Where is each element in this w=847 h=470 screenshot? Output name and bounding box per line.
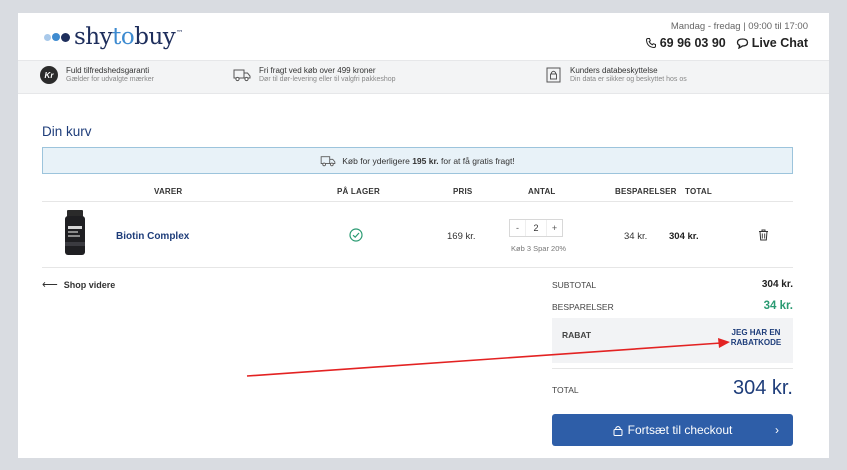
phone-icon [645,38,656,49]
quantity-stepper: - 2 + [509,219,563,237]
total-label: TOTAL [552,385,579,395]
column-header-quantity: ANTAL [528,187,556,196]
logo-dot [61,32,70,42]
arrow-left-icon: ⟵ [42,279,58,291]
truck-icon [233,68,251,82]
usp-free-shipping: Fri fragt ved køb over 499 kroner Dør ti… [233,66,396,84]
usp-data-protection: Kunders databeskyttelse Din data er sikk… [545,66,687,84]
discount-label: RABAT [562,330,592,340]
trash-icon[interactable] [758,229,769,241]
free-shipping-banner: Køb for yderligere 195 kr. for at få gra… [42,147,793,174]
trademark: ™ [176,29,183,38]
cart-title: Din kurv [42,124,92,139]
logo-dot [44,33,51,41]
savings-label: BESPARELSER [552,302,614,312]
usp-subtitle: Dør til dør-levering eller til valgfri p… [259,76,396,83]
continue-shopping-link[interactable]: ⟵ Shop videre [42,278,115,291]
logo-dot [52,33,60,41]
usp-title: Fri fragt ved køb over 499 kroner [259,66,376,75]
kr-badge: Kr [40,66,58,84]
product-name-link[interactable]: Biotin Complex [116,231,189,242]
logo-text-part: buy [134,24,176,50]
contact-bar: 69 96 03 90 Live Chat [645,36,808,50]
chat-icon [736,38,748,49]
shield-icon [545,66,562,84]
chevron-right-icon: › [775,423,779,437]
live-chat-link[interactable]: Live Chat [752,36,808,50]
discount-code-link[interactable]: JEG HAR EN RABATKODE [725,328,787,348]
in-stock-check-icon [349,228,363,242]
promo-prefix: Køb for yderligere [342,155,413,166]
column-header-total: TOTAL [685,187,712,196]
logo[interactable]: shytobuy™ [44,24,183,50]
page-frame: shytobuy™ Mandag - fredag | 09:00 til 17… [18,13,829,458]
truck-icon [320,155,336,166]
order-total: 304 kr. [732,377,793,399]
bulk-offer-text: Køb 3 Spar 20% [511,244,567,253]
line-savings: 34 kr. [624,231,648,242]
summary-divider [552,368,793,369]
logo-text: shytobuy™ [74,24,183,50]
unit-price: 169 kr. [447,231,476,242]
kr-icon: Kr [40,66,58,84]
continue-shopping-label: Shop videre [63,279,116,290]
phone-number[interactable]: 69 96 03 90 [660,36,726,50]
opening-hours: Mandag - fredag | 09:00 til 17:00 [670,21,808,32]
quantity-input[interactable]: 2 [525,220,547,236]
column-header-stock: PÅ LAGER [337,187,380,196]
usp-subtitle: Gælder for udvalgte mærker [66,76,154,83]
usp-title: Kunders databeskyttelse [570,66,658,75]
line-total: 304 kr. [669,231,699,242]
quantity-decrease-button[interactable]: - [510,220,525,236]
usp-satisfaction: Kr Fuld tilfredshedsgaranti Gælder for u… [40,66,154,84]
savings-value: 34 kr. [763,300,793,312]
logo-text-part: shy [74,24,113,50]
logo-text-part: to [112,24,135,50]
usp-bar: Kr Fuld tilfredshedsgaranti Gælder for u… [18,60,829,94]
quantity-increase-button[interactable]: + [547,220,562,236]
subtotal-value: 304 kr. [761,279,793,290]
promo-suffix: for at få gratis fragt! [438,155,515,166]
subtotal-label: SUBTOTAL [552,280,597,290]
row-divider [42,267,793,268]
column-header-savings: BESPARELSER [615,187,677,196]
product-image[interactable] [61,209,89,256]
row-divider [42,201,793,202]
column-header-items: VARER [154,187,183,196]
column-header-price: PRIS [453,187,473,196]
usp-subtitle: Din data er sikker og beskyttet hos os [570,76,687,83]
promo-amount: 195 kr. [412,155,439,166]
checkout-label: Fortsæt til checkout [627,423,733,437]
lock-icon [613,425,623,436]
usp-title: Fuld tilfredshedsgaranti [66,66,150,75]
checkout-button[interactable]: Fortsæt til checkout › [552,414,793,446]
logo-dots [44,32,71,42]
discount-section: RABAT JEG HAR EN RABATKODE [552,318,793,363]
